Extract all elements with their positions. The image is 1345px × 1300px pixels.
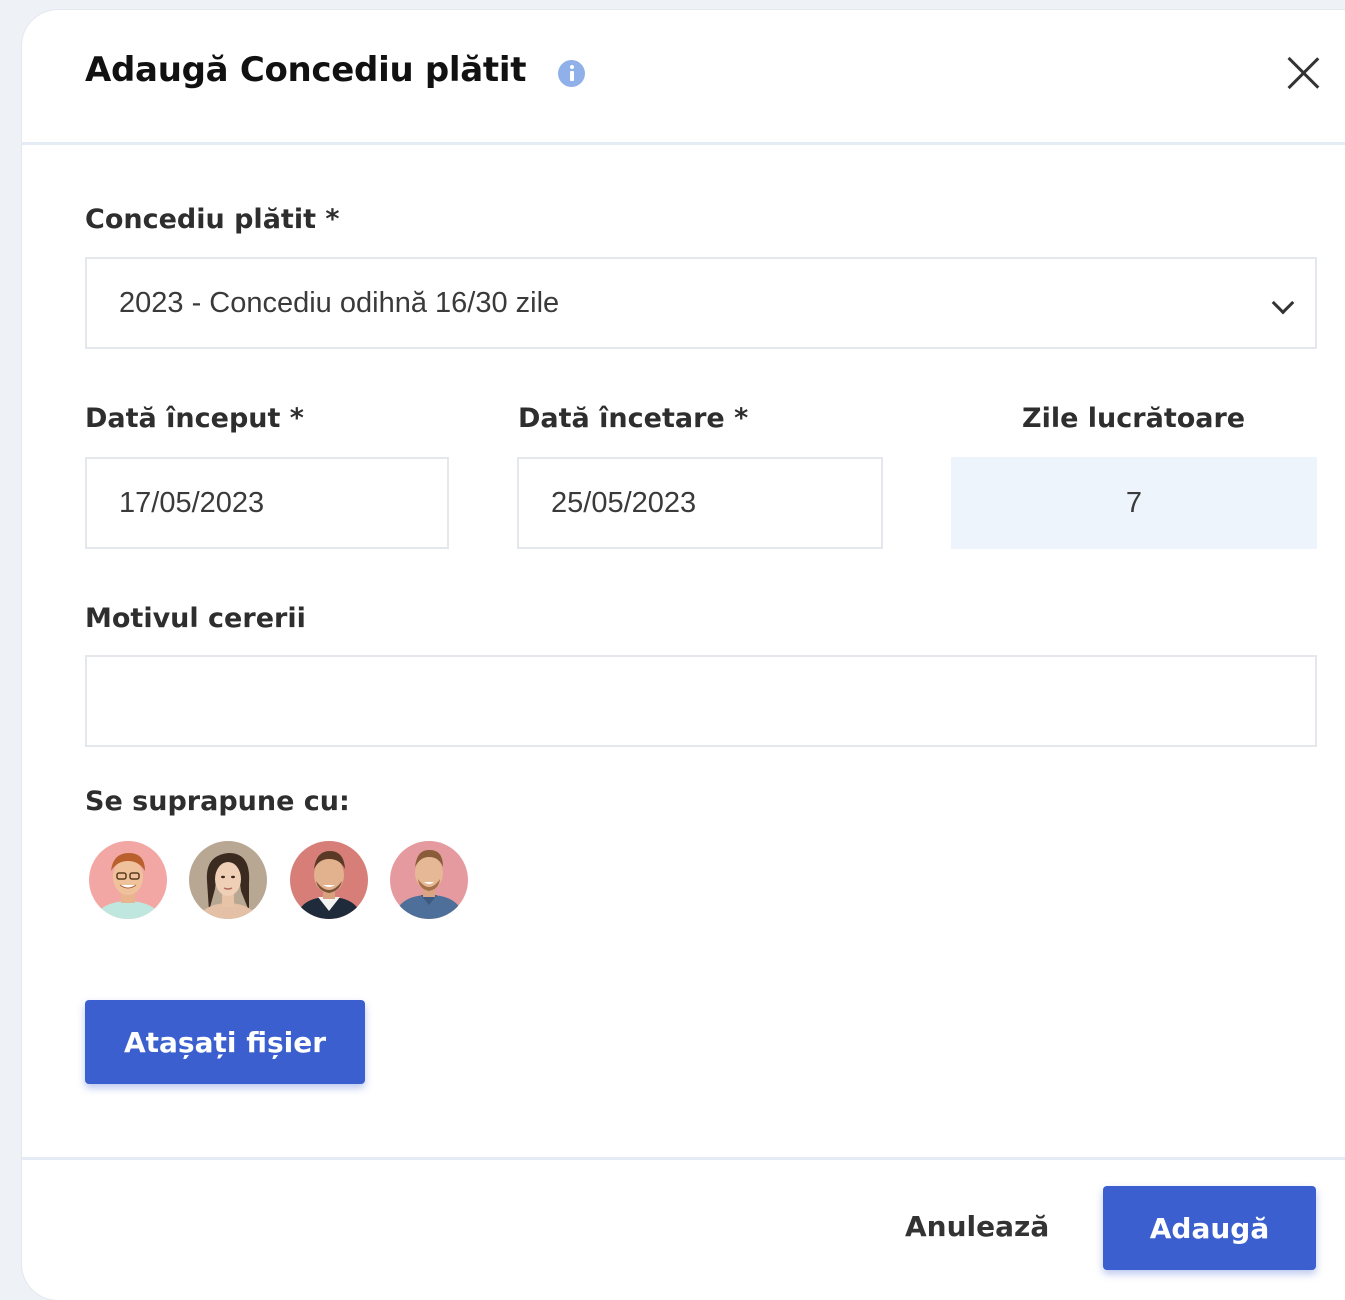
- end-date-input[interactable]: 25/05/2023: [517, 457, 883, 549]
- close-icon[interactable]: [1280, 50, 1326, 96]
- chevron-down-icon: [1271, 291, 1295, 315]
- start-date-label: Dată început *: [85, 403, 304, 434]
- leave-type-value: 2023 - Concediu odihnă 16/30 zile: [119, 286, 560, 319]
- dialog-title: Adaugă Concediu plătit: [85, 50, 527, 90]
- start-date-value: 17/05/2023: [119, 486, 265, 519]
- info-icon[interactable]: [558, 60, 585, 87]
- start-date-input[interactable]: 17/05/2023: [85, 457, 449, 549]
- avatar[interactable]: [390, 841, 468, 919]
- avatar[interactable]: [189, 841, 267, 919]
- footer-divider: [22, 1157, 1345, 1160]
- dialog-header: Adaugă Concediu plătit: [22, 10, 1345, 145]
- overlaps-label: Se suprapune cu:: [85, 786, 350, 817]
- attach-file-button[interactable]: Atașați fișier: [85, 1000, 365, 1084]
- reason-input[interactable]: [85, 655, 1317, 747]
- working-days-label: Zile lucrătoare: [1022, 403, 1246, 434]
- leave-type-select[interactable]: 2023 - Concediu odihnă 16/30 zile: [85, 257, 1317, 349]
- reason-label: Motivul cererii: [85, 603, 306, 634]
- end-date-label: Dată încetare *: [518, 403, 749, 434]
- working-days-value: 7: [951, 457, 1317, 549]
- end-date-value: 25/05/2023: [551, 486, 697, 519]
- avatar[interactable]: [290, 841, 368, 919]
- submit-add-button[interactable]: Adaugă: [1103, 1186, 1316, 1270]
- avatar[interactable]: [89, 841, 167, 919]
- add-paid-leave-dialog: Adaugă Concediu plătit Concediu plătit *…: [22, 10, 1345, 1300]
- leave-type-label: Concediu plătit *: [85, 204, 340, 235]
- cancel-button[interactable]: Anulează: [905, 1210, 1049, 1243]
